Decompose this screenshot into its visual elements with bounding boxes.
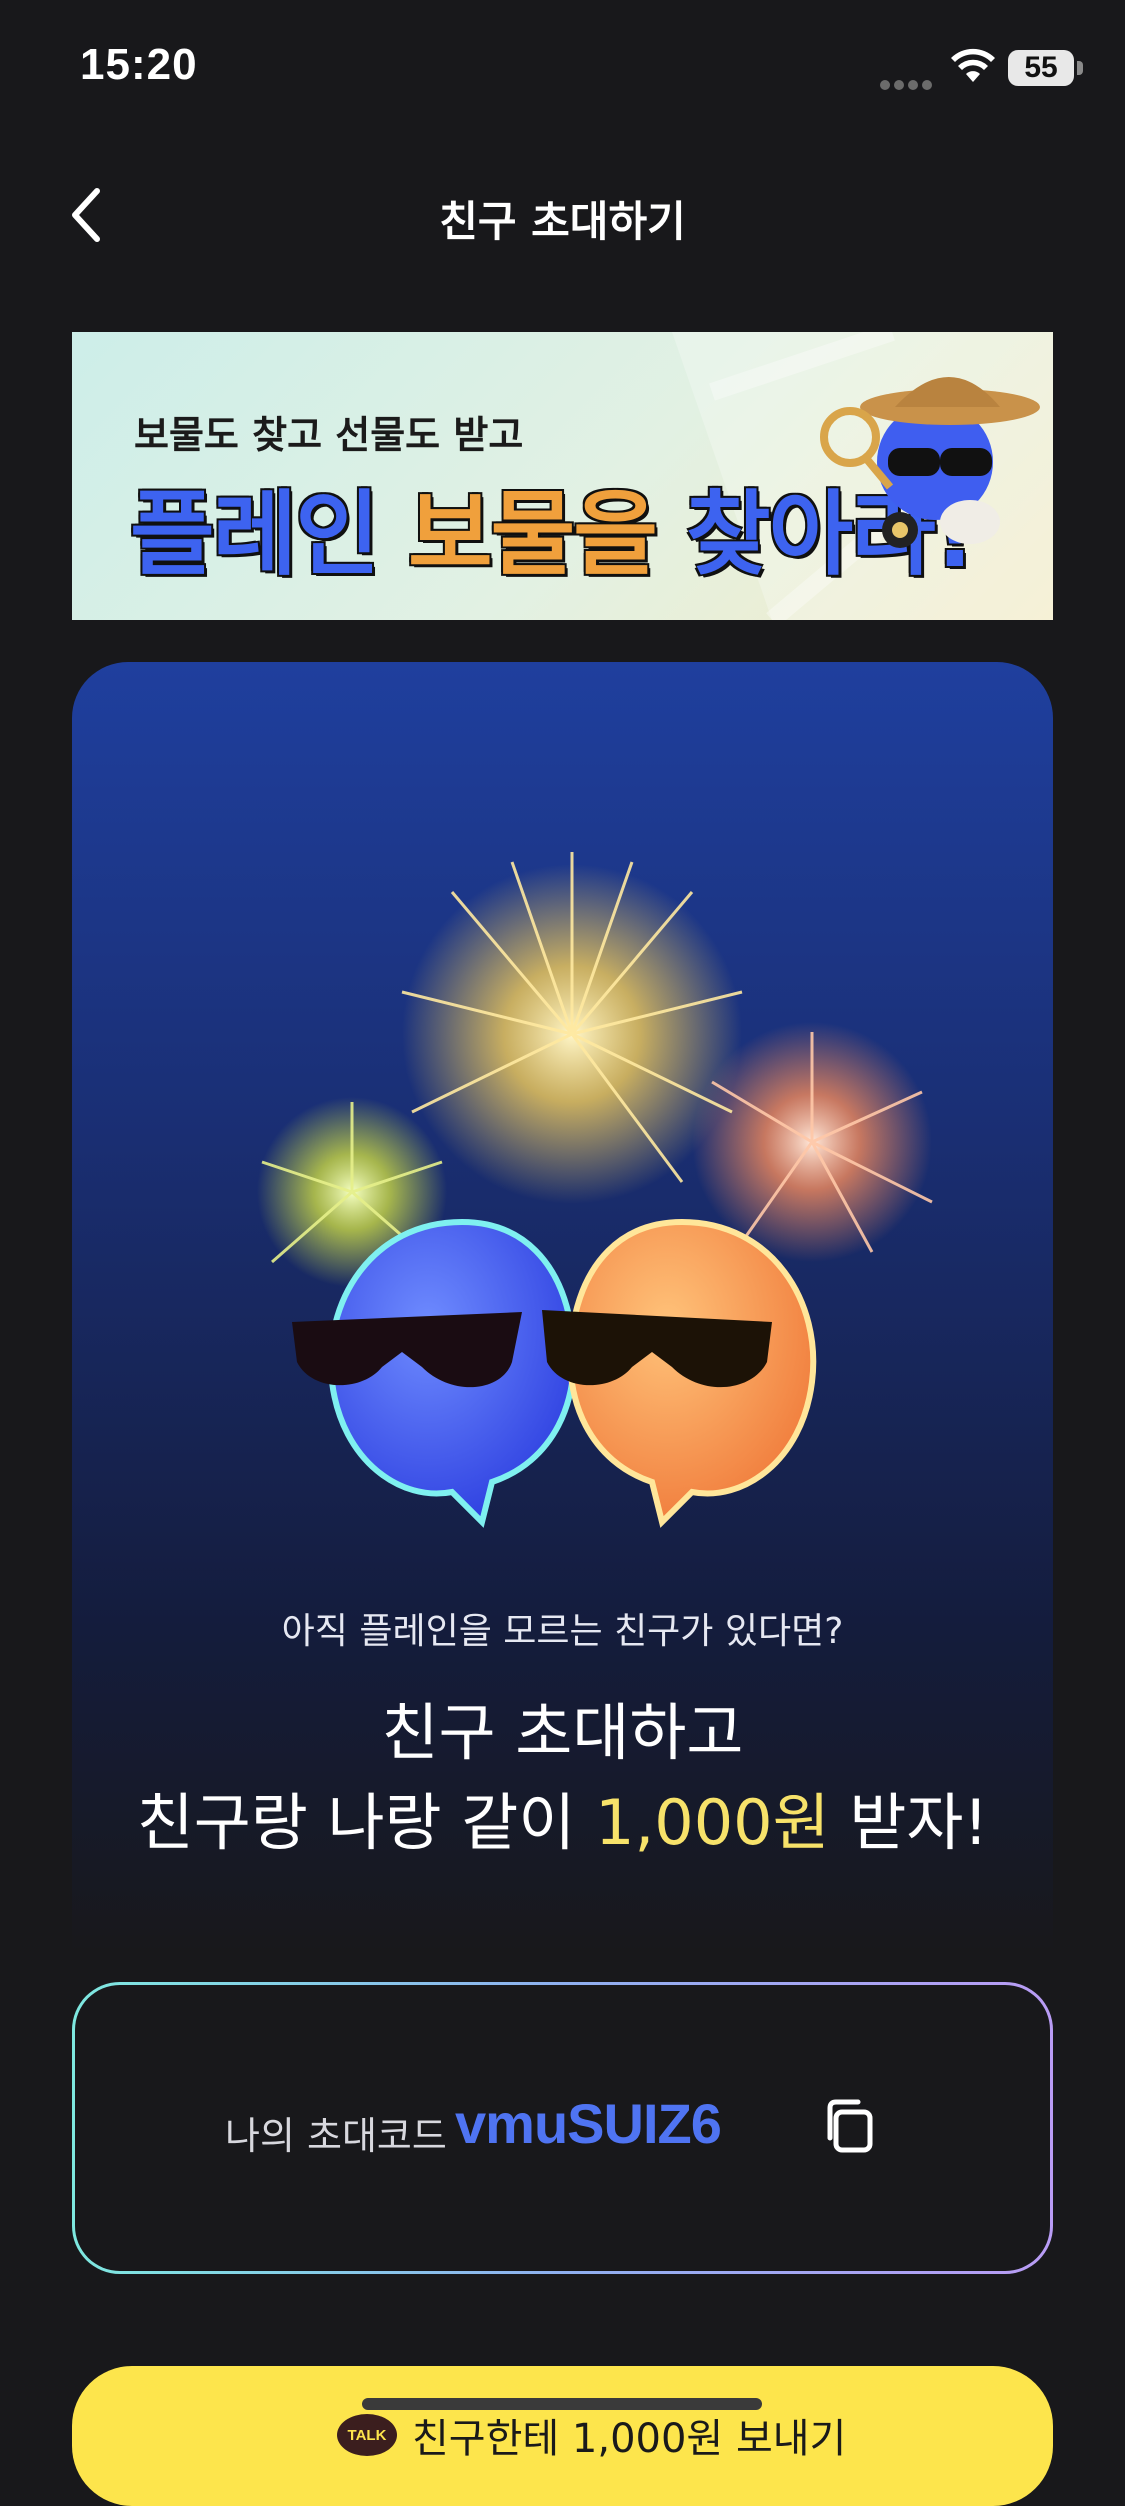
nav-bar: 친구 초대하기 — [0, 160, 1125, 270]
page-title: 친구 초대하기 — [439, 197, 686, 246]
fireworks-mascots-illustration — [257, 852, 933, 1528]
copy-icon — [827, 2099, 873, 2153]
hero-subtitle: 아직 플레인을 모르는 친구가 있다면? — [281, 1611, 844, 1652]
invite-code-box: 나의 초대코드 vmuSUIZ6 — [72, 1982, 1053, 2274]
status-bar: 15:20 55 — [0, 0, 1125, 140]
kakao-talk-icon: TALK — [337, 2414, 397, 2456]
invite-code-label: 나의 초대코드 — [225, 2114, 447, 2158]
banner-headline-word-2: 보물을 — [407, 481, 658, 588]
hero-line2-prefix: 친구랑 나랑 같이 — [136, 1786, 596, 1859]
battery-level: 55 — [1024, 51, 1058, 84]
hero-line2-suffix: 받자! — [829, 1786, 989, 1859]
hero-headline-line2: 친구랑 나랑 같이 1,000원 받자! — [72, 1772, 1053, 1862]
banner-subtitle: 보물도 찾고 선물도 받고 — [134, 413, 524, 457]
event-banner[interactable]: 보물도 찾고 선물도 받고 플레인 보물을 찾아라! — [72, 332, 1053, 620]
hero-card: 아직 플레인을 모르는 친구가 있다면? 친구 초대하고 친구랑 나랑 같이 1… — [72, 662, 1053, 1952]
kakao-share-label: 친구한테 1,000원 보내기 — [412, 2416, 847, 2462]
home-indicator[interactable] — [362, 2398, 762, 2410]
banner-headline-word-1: 플레인 — [130, 481, 380, 588]
detective-mascot-icon — [820, 377, 1040, 548]
invite-code-value[interactable]: vmuSUIZ6 — [455, 2091, 722, 2156]
kakao-share-button[interactable]: TALK 친구한테 1,000원 보내기 — [72, 2366, 1053, 2506]
signal-dots-icon — [880, 75, 936, 90]
reward-amount: 1,000원 — [595, 1786, 830, 1859]
battery-tip — [1077, 61, 1083, 75]
battery-icon: 55 — [1008, 50, 1074, 86]
hero-headline-line1: 친구 초대하고 — [381, 1696, 744, 1769]
copy-button[interactable] — [805, 2081, 895, 2171]
status-time: 15:20 — [80, 40, 198, 89]
wifi-icon — [951, 48, 995, 82]
